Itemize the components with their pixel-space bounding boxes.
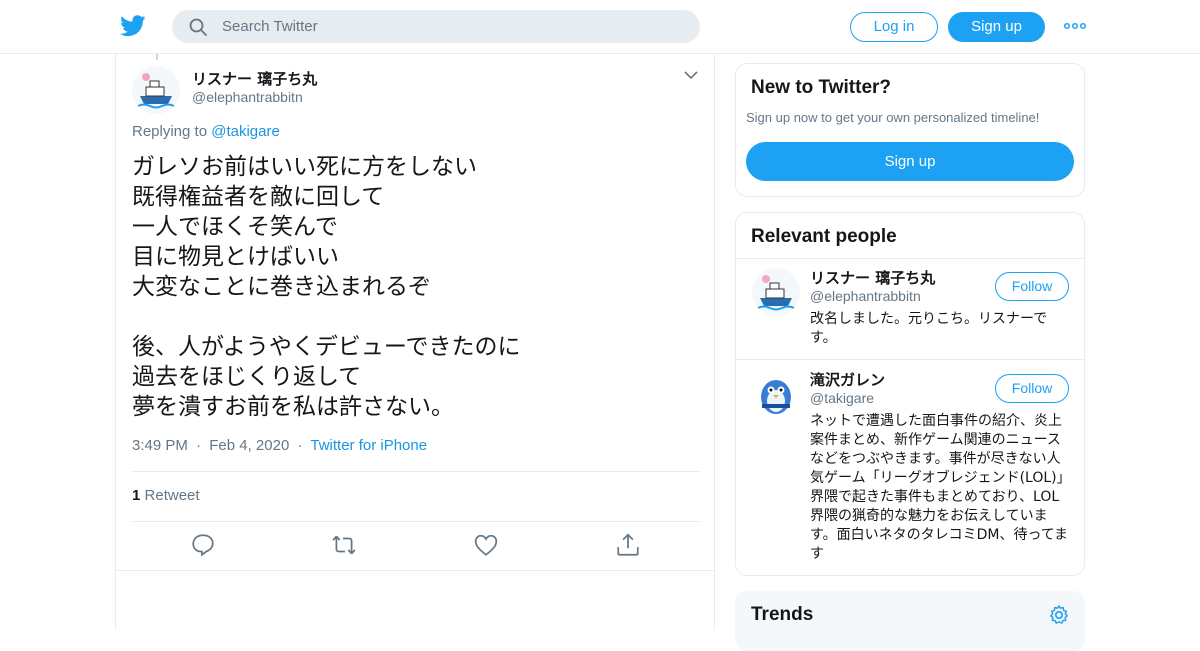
tweet-date[interactable]: Feb 4, 2020 [209,437,289,454]
search-input[interactable] [222,10,682,43]
tweet-stats[interactable]: 1 Retweet [132,487,200,504]
new-to-twitter-card: New to Twitter? Sign up now to get your … [735,63,1085,197]
ship-avatar-icon [752,268,800,316]
trends-card: Trends [735,591,1085,651]
relevant-people-card: Relevant people リスナー 璃子ち丸 @elephantrabbi… [735,212,1085,576]
avatar[interactable] [132,66,180,114]
retweet-icon[interactable] [331,532,357,558]
signup-button[interactable]: Sign up [948,12,1045,42]
tweet-source-link[interactable]: Twitter for iPhone [310,437,427,454]
search-box [172,10,700,43]
thread-connector [156,54,158,60]
person-name[interactable]: リスナー 璃子ち丸 [810,267,935,288]
ship-avatar-icon [132,66,180,114]
tweet-detail: リスナー 璃子ち丸 @elephantrabbitn Replying to @… [115,54,715,630]
penguin-avatar-icon [752,370,800,418]
divider [132,521,700,522]
person-handle[interactable]: @elephantrabbitn [810,288,921,304]
person-bio: ネットで遭遇した面白事件の紹介、炎上案件まとめ、新作ゲーム関連のニュースなどをつ… [810,413,1071,562]
avatar[interactable] [752,370,800,418]
search-icon [189,18,207,36]
tweet-author-name[interactable]: リスナー 璃子ち丸 [192,68,317,89]
tweet-time[interactable]: 3:49 PM [132,437,188,454]
chevron-down-icon[interactable] [684,70,698,80]
follow-button[interactable]: Follow [995,374,1069,403]
top-navigation-bar: Log in Sign up [0,0,1200,54]
avatar[interactable] [752,268,800,316]
retweet-label: Retweet [144,487,200,504]
card-subtitle: Sign up now to get your own personalized… [746,110,1040,125]
follow-button[interactable]: Follow [995,272,1069,301]
person-item[interactable]: リスナー 璃子ち丸 @elephantrabbitn Follow 改名しました… [736,258,1084,359]
share-icon[interactable] [615,532,641,558]
more-dots-icon[interactable] [1064,19,1086,33]
replying-to: Replying to @takigare [132,123,280,140]
retweet-count: 1 [132,487,141,504]
signup-button-large[interactable]: Sign up [746,142,1074,181]
divider [132,471,700,472]
card-title: Relevant people [751,226,897,247]
card-title: New to Twitter? [751,77,892,98]
tweet-text: ガレソお前はいい死に方をしない 既得権益者を敵に回して 一人でほくそ笑んで 目に… [132,154,521,420]
card-title: Trends [751,604,814,625]
tweet-actions [132,532,700,560]
login-button[interactable]: Log in [850,12,938,42]
replying-to-link[interactable]: @takigare [211,123,280,140]
gear-icon[interactable] [1048,604,1070,626]
divider [116,570,714,571]
person-bio: 改名しました。元りこち。リスナーです。 [810,311,1048,346]
like-icon[interactable] [473,532,499,558]
tweet-author-handle[interactable]: @elephantrabbitn [192,89,303,105]
twitter-bird-icon[interactable] [120,14,146,38]
person-handle[interactable]: @takigare [810,390,874,406]
person-item[interactable]: 滝沢ガレン @takigare Follow ネットで遭遇した面白事件の紹介、炎… [736,360,1084,575]
meta-separator: · [297,437,303,454]
meta-separator: · [196,437,202,454]
reply-icon[interactable] [190,532,216,558]
person-name[interactable]: 滝沢ガレン [810,369,885,390]
tweet-meta: 3:49 PM · Feb 4, 2020 · Twitter for iPho… [132,437,427,454]
replying-prefix: Replying to [132,123,208,140]
